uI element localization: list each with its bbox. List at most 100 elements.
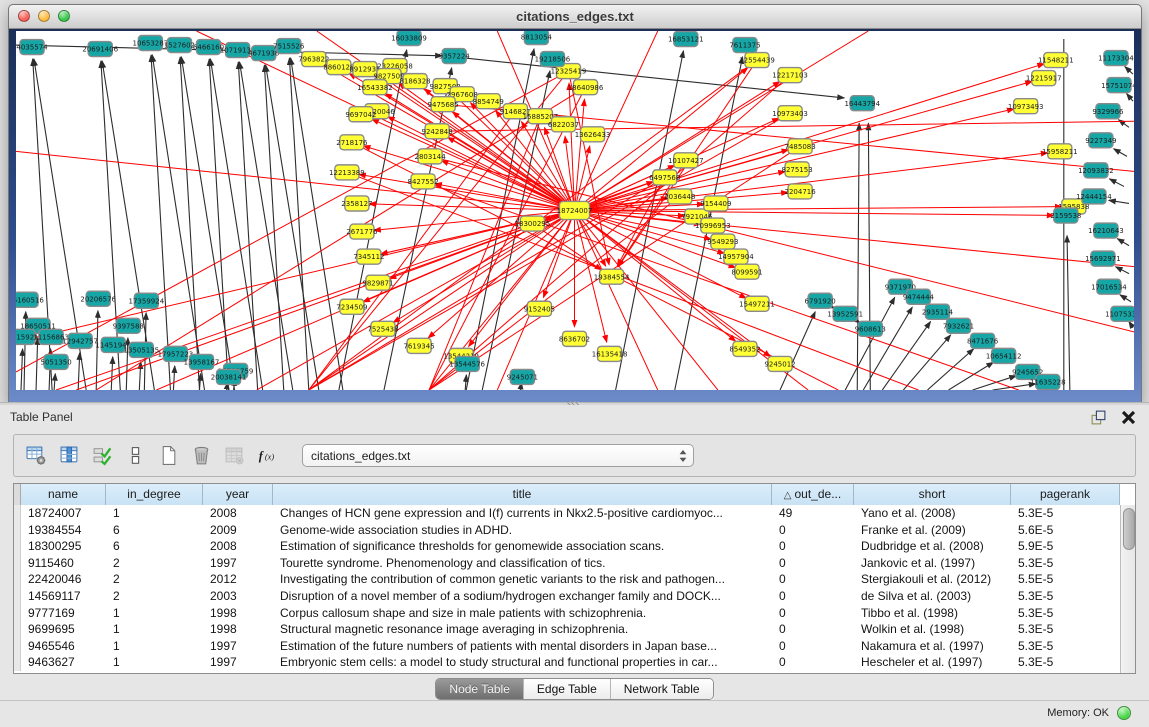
table-row[interactable]: 969969511998Structural magnetic resonanc… — [14, 621, 1120, 638]
graph-node[interactable]: 12213389 — [329, 165, 365, 180]
tab-network-table[interactable]: Network Table — [610, 679, 713, 699]
column-chooser-icon[interactable] — [57, 444, 81, 468]
graph-node[interactable]: 12554439 — [739, 53, 775, 68]
new-table-icon[interactable] — [156, 444, 180, 468]
graph-node[interactable]: 7345112 — [353, 249, 384, 264]
graph-edge[interactable] — [1116, 267, 1129, 274]
graph-edge[interactable] — [289, 58, 308, 390]
graph-node[interactable]: 6497568 — [649, 170, 680, 185]
zoom-window-button[interactable] — [58, 10, 70, 22]
graph-node[interactable]: 11173304 — [1098, 51, 1134, 66]
graph-edge[interactable] — [1114, 149, 1127, 157]
graph-edge[interactable] — [347, 172, 919, 390]
graph-node[interactable]: 7234509 — [336, 299, 367, 314]
graph-node[interactable]: 2358127 — [341, 196, 372, 211]
network-canvas[interactable]: 1872400779638228860128891293523226058982… — [16, 31, 1134, 390]
graph-edge[interactable] — [1067, 236, 1070, 390]
graph-node[interactable]: 15751074 — [1101, 78, 1134, 93]
table-row[interactable]: 1938455462009Genome-wide association stu… — [14, 522, 1120, 539]
graph-node[interactable]: 16543382 — [357, 80, 393, 95]
graph-edge[interactable] — [96, 87, 585, 390]
graph-node[interactable]: 13544576 — [449, 356, 485, 371]
graph-edge[interactable] — [139, 362, 140, 390]
table-row[interactable]: 1872400712008Changes of HCN gene express… — [14, 505, 1120, 522]
graph-edge[interactable] — [1109, 179, 1124, 187]
table-row[interactable]: 946362711997Embryonic stem cells: a mode… — [14, 654, 1120, 671]
graph-node[interactable]: 16443794 — [844, 96, 880, 111]
graph-node[interactable]: 12215917 — [1026, 71, 1062, 86]
graph-node[interactable]: 18724007 — [557, 201, 593, 219]
graph-node[interactable]: 9329966 — [1092, 104, 1124, 119]
graph-node[interactable]: 15958211 — [1042, 144, 1078, 159]
graph-edge[interactable] — [372, 119, 575, 210]
graph-node[interactable]: 9245071 — [507, 369, 538, 384]
graph-node[interactable]: 4035574 — [16, 40, 48, 55]
graph-node[interactable]: 9397588 — [113, 318, 144, 333]
graph-node[interactable]: 2671776 — [346, 224, 378, 239]
graph-edge[interactable] — [882, 322, 930, 390]
graph-edge[interactable] — [927, 349, 973, 390]
graph-edge[interactable] — [863, 307, 912, 390]
close-panel-icon[interactable] — [1120, 409, 1137, 426]
select-all-icon[interactable] — [90, 444, 114, 468]
graph-node[interactable]: 9829871 — [362, 275, 393, 290]
graph-node[interactable]: 16853121 — [668, 32, 704, 47]
graph-node[interactable]: 7515526 — [273, 39, 305, 54]
graph-node[interactable]: 13505135 — [124, 342, 160, 357]
graph-node[interactable]: 5051350 — [41, 354, 72, 369]
graph-edge[interactable] — [1117, 239, 1129, 246]
row-height-icon[interactable] — [123, 444, 147, 468]
graph-node[interactable]: 26160516 — [16, 292, 44, 307]
graph-node[interactable]: 8186328 — [399, 74, 430, 89]
graph-node[interactable]: 11635228 — [1030, 374, 1066, 389]
graph-edge[interactable] — [16, 71, 568, 372]
graph-node[interactable]: 9152405 — [524, 301, 555, 316]
table-row[interactable]: 1456911722003Disruption of a novel membe… — [14, 588, 1120, 605]
graph-node[interactable]: 7525438 — [367, 321, 398, 336]
graph-node[interactable]: 9474444 — [903, 289, 935, 304]
graph-node[interactable]: 16033809 — [391, 31, 427, 46]
graph-node[interactable]: 14957904 — [718, 249, 754, 264]
graph-node[interactable]: 15497211 — [739, 296, 775, 311]
column-header-pagerank[interactable]: pagerank — [1011, 484, 1120, 505]
table-row[interactable]: 1830029562008Estimation of significance … — [14, 538, 1120, 555]
graph-node[interactable]: 2718176 — [336, 135, 368, 150]
graph-edge[interactable] — [16, 211, 574, 342]
column-header-in-degree[interactable]: in_degree — [106, 484, 203, 505]
graph-edge[interactable] — [111, 357, 112, 390]
minimize-window-button[interactable] — [38, 10, 50, 22]
graph-edge[interactable] — [574, 211, 1053, 216]
graph-node[interactable]: 16210643 — [1088, 223, 1124, 238]
graph-node[interactable]: 18300295 — [515, 216, 551, 231]
graph-node[interactable]: 9549293 — [707, 234, 738, 249]
graph-node[interactable]: 10973493 — [1008, 99, 1044, 114]
graph-node[interactable]: 12444154 — [1076, 189, 1112, 204]
table-row[interactable]: 2242004622012Investigating the contribut… — [14, 571, 1120, 588]
graph-edge[interactable] — [173, 366, 174, 390]
graph-node[interactable]: 20691406 — [82, 42, 118, 57]
graph-node[interactable]: 2204716 — [785, 184, 817, 199]
column-header-title[interactable]: title — [273, 484, 772, 505]
graph-edge[interactable] — [36, 338, 38, 390]
graph-node[interactable]: 2036448 — [664, 189, 695, 204]
graph-node[interactable]: 20038141 — [211, 369, 247, 384]
graph-node[interactable]: 10653287 — [133, 36, 169, 51]
graph-node[interactable]: 20206576 — [80, 291, 116, 306]
graph-edge[interactable] — [1120, 295, 1131, 302]
graph-node[interactable]: 7619345 — [403, 338, 434, 353]
graph-node[interactable]: 13952591 — [827, 306, 863, 321]
graph-node[interactable]: 10996953 — [695, 218, 731, 233]
graph-edge[interactable] — [199, 374, 200, 390]
graph-node[interactable]: 12217103 — [772, 68, 808, 83]
graph-node[interactable]: 9242848 — [422, 124, 453, 139]
graph-node[interactable]: 9245012 — [764, 356, 795, 371]
graph-edge[interactable] — [497, 211, 574, 391]
graph-node[interactable]: 2803144 — [415, 149, 447, 164]
graph-edge[interactable] — [1119, 120, 1129, 128]
graph-node[interactable]: 8813054 — [521, 31, 553, 45]
graph-node[interactable]: 11548211 — [1038, 53, 1074, 68]
graph-node[interactable]: 13958167 — [184, 354, 220, 369]
graph-node[interactable]: 9357224 — [439, 49, 471, 64]
scrollbar-thumb[interactable] — [1123, 508, 1135, 550]
graph-node[interactable]: 17016534 — [1091, 279, 1127, 294]
